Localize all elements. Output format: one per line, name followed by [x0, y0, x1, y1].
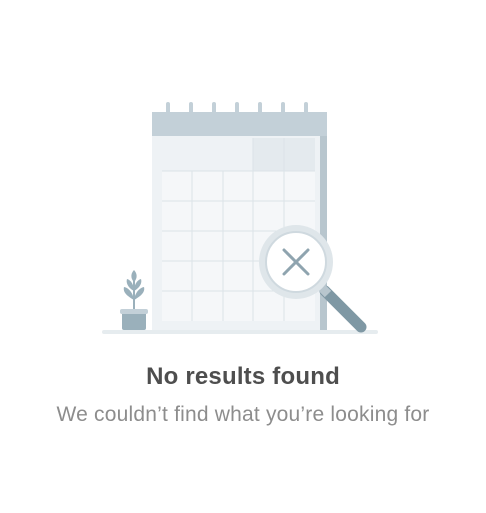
- magnifier-lens-icon: [259, 225, 333, 299]
- calendar-edge: [320, 136, 327, 330]
- empty-state-subtitle: We couldn’t find what you’re looking for: [56, 403, 430, 426]
- calendar-search-no-results-icon: [102, 102, 378, 334]
- empty-state-title: No results found: [146, 363, 340, 390]
- ground-line: [102, 330, 378, 334]
- calendar-header: [152, 112, 327, 136]
- empty-state: No results found We couldn’t find what y…: [0, 0, 486, 513]
- magnifier-handle: [319, 285, 367, 333]
- plant-icon: [120, 270, 148, 330]
